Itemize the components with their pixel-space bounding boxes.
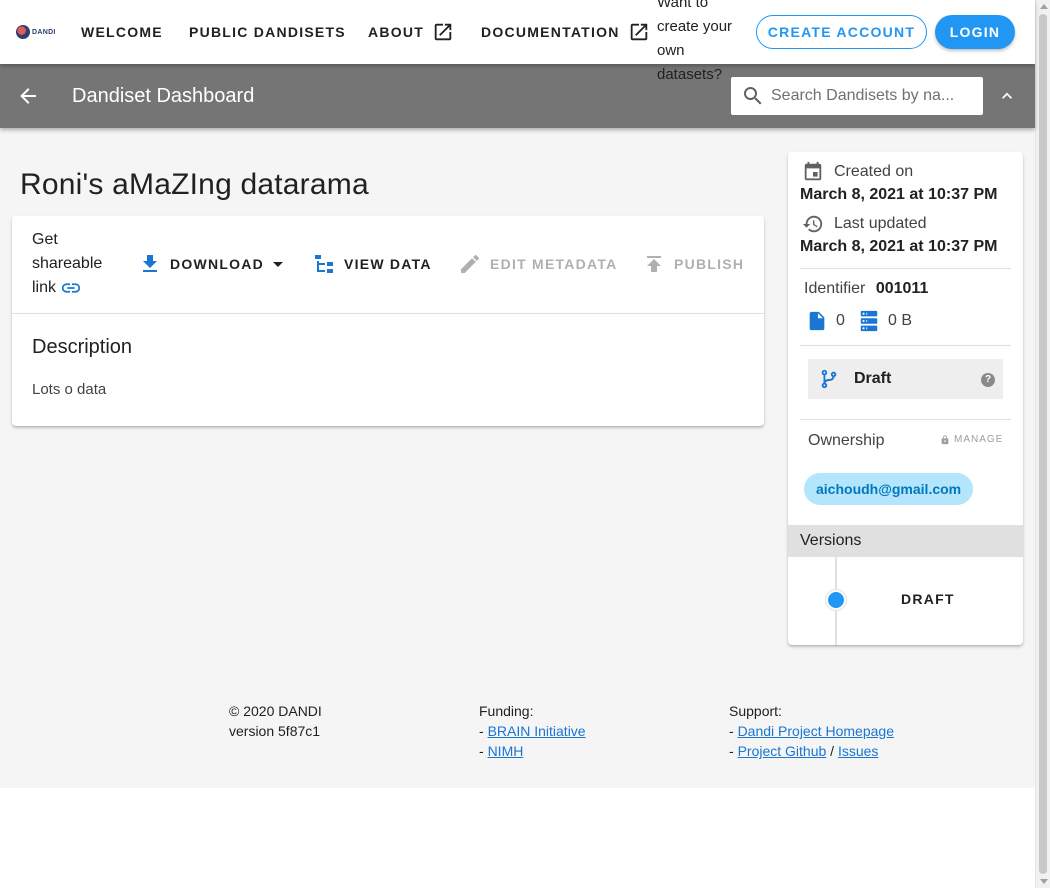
share-link-button[interactable]: Get shareable link	[32, 228, 112, 300]
owner-chip[interactable]: aichoudh@gmail.com	[804, 473, 974, 505]
nav-about[interactable]: ABOUT	[368, 16, 454, 48]
download-icon	[143, 255, 157, 272]
storage-size-value: 0 B	[888, 312, 913, 329]
create-datasets-prompt: Want to create your own datasets?	[657, 0, 733, 83]
scrollbar-thumb[interactable]	[1039, 14, 1047, 874]
card-divider	[12, 313, 764, 314]
manage-label: MANAGE	[954, 434, 1004, 445]
dashboard-toolbar: Dandiset Dashboard	[0, 64, 1035, 128]
project-github-link[interactable]: Project Github	[738, 743, 827, 759]
pencil-icon	[461, 254, 480, 273]
created-label: Created on	[834, 163, 914, 180]
version-dot	[826, 590, 846, 610]
upload-icon	[647, 256, 661, 272]
scrollbar[interactable]	[1035, 0, 1050, 888]
draft-status: Draft ?	[808, 359, 1003, 399]
support-label: Support:	[729, 703, 782, 719]
scroll-up-icon[interactable]	[1040, 4, 1048, 9]
footer-support: Support: - Dandi Project Homepage - Proj…	[729, 701, 894, 761]
issues-link[interactable]: Issues	[838, 743, 878, 759]
updated-label: Last updated	[834, 215, 927, 232]
bullet: -	[729, 723, 734, 739]
brain-initiative-link[interactable]: BRAIN Initiative	[488, 723, 586, 739]
panel-divider	[800, 268, 1011, 269]
panel-divider	[800, 419, 1011, 420]
login-button[interactable]: LOGIN	[935, 15, 1015, 49]
file-count-value: 0	[836, 312, 845, 329]
source-branch-icon	[821, 369, 837, 389]
logo-text: DANDI	[32, 28, 56, 36]
identifier-label: Identifier	[804, 280, 866, 297]
created-value: March 8, 2021 at 10:37 PM	[800, 186, 998, 203]
separator: /	[830, 743, 835, 759]
file-icon	[809, 311, 825, 331]
scroll-down-icon[interactable]	[1040, 879, 1048, 884]
metadata-panel: Created on March 8, 2021 at 10:37 PM Las…	[788, 152, 1023, 645]
open-in-new-icon	[434, 23, 452, 41]
nav-documentation[interactable]: DOCUMENTATION	[481, 16, 650, 48]
logo-mark-icon	[16, 25, 30, 39]
download-label: DOWNLOAD	[170, 256, 264, 272]
search-icon	[744, 87, 762, 105]
draft-status-label: Draft	[854, 370, 892, 387]
nav-documentation-label: DOCUMENTATION	[481, 24, 620, 40]
view-data-button[interactable]: VIEW DATA	[312, 252, 432, 276]
open-in-new-icon	[630, 23, 647, 41]
page: DANDI WELCOME PUBLIC DANDISETS ABOUT DOC…	[0, 0, 1035, 888]
bullet: -	[479, 723, 484, 739]
file-tree-icon	[315, 255, 333, 273]
panel-divider	[800, 345, 1011, 346]
toolbar-title: Dandiset Dashboard	[72, 85, 255, 107]
description-heading: Description	[32, 336, 133, 358]
lock-icon	[941, 434, 949, 444]
funding-label: Funding:	[479, 703, 534, 719]
description-text: Lots o data	[32, 381, 107, 398]
caret-down-icon	[273, 262, 283, 267]
edit-metadata-button[interactable]: EDIT METADATA	[458, 252, 617, 276]
bullet: -	[479, 743, 484, 759]
edit-metadata-label: EDIT METADATA	[490, 256, 618, 272]
version-draft[interactable]: DRAFT	[901, 591, 955, 607]
dandiset-card: Get shareable link DOWNLOAD VIEW DATA ED…	[12, 216, 764, 426]
ownership-label: Ownership	[808, 432, 885, 449]
footer-info: © 2020 DANDI version 5f87c1	[229, 701, 322, 741]
file-count: 0	[806, 310, 845, 332]
chevron-up-icon[interactable]	[997, 86, 1017, 106]
storage-icon	[860, 310, 878, 332]
top-nav: DANDI WELCOME PUBLIC DANDISETS ABOUT DOC…	[0, 0, 1035, 83]
versions-heading: Versions	[788, 525, 1023, 557]
dandiset-title: Roni's aMaZIng datarama	[20, 168, 369, 201]
publish-label: PUBLISH	[674, 256, 745, 272]
nav-public-dandisets-label: PUBLIC DANDISETS	[189, 24, 346, 40]
bullet: -	[729, 743, 734, 759]
dandi-logo[interactable]: DANDI	[16, 24, 58, 40]
footer-version: version 5f87c1	[229, 723, 321, 739]
nav-welcome[interactable]: WELCOME	[81, 16, 163, 48]
manage-ownership-button[interactable]: MANAGE	[940, 434, 1003, 445]
publish-button[interactable]: PUBLISH	[642, 252, 744, 276]
nav-welcome-label: WELCOME	[81, 24, 163, 40]
updated-row: Last updated	[802, 212, 927, 236]
search-input[interactable]	[771, 87, 956, 105]
calendar-icon	[804, 161, 822, 181]
identifier: Identifier 001011	[804, 280, 928, 298]
created-row: Created on	[802, 160, 913, 184]
updated-value: March 8, 2021 at 10:37 PM	[800, 238, 998, 255]
identifier-value: 001011	[875, 280, 929, 297]
history-icon	[802, 215, 823, 233]
footer-copyright: © 2020 DANDI	[229, 703, 322, 719]
footer-funding: Funding: - BRAIN Initiative - NIMH	[479, 701, 586, 761]
create-account-button[interactable]: CREATE ACCOUNT	[756, 15, 927, 49]
help-icon[interactable]: ?	[981, 373, 995, 387]
view-data-label: VIEW DATA	[344, 256, 432, 272]
storage-size: 0 B	[858, 310, 912, 332]
link-icon	[62, 283, 81, 293]
back-arrow-icon[interactable]	[16, 84, 40, 108]
nimh-link[interactable]: NIMH	[488, 743, 524, 759]
download-button[interactable]: DOWNLOAD	[138, 252, 290, 276]
dandi-homepage-link[interactable]: Dandi Project Homepage	[738, 723, 894, 739]
search-box[interactable]	[731, 77, 983, 115]
nav-about-label: ABOUT	[368, 24, 425, 40]
nav-public-dandisets[interactable]: PUBLIC DANDISETS	[189, 16, 346, 48]
